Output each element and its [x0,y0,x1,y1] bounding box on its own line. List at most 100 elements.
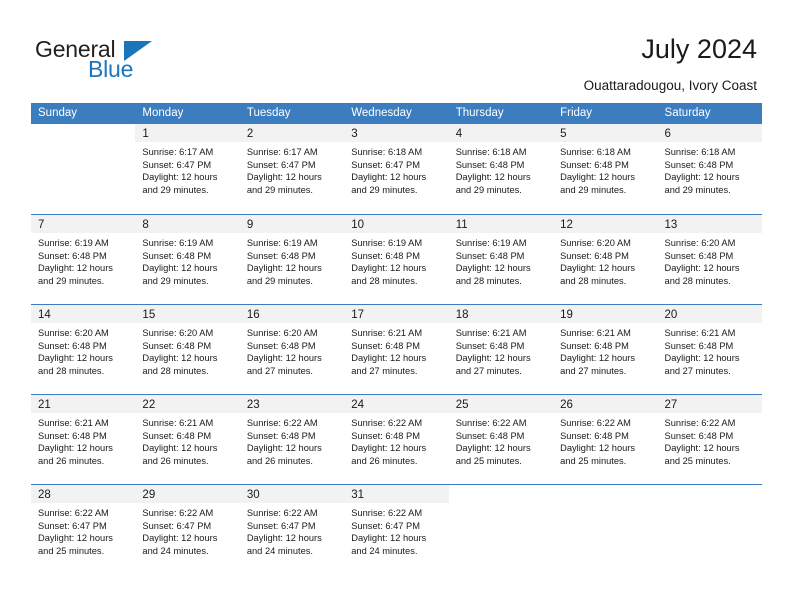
sunset-text: Sunset: 6:48 PM [560,430,629,441]
day-cell[interactable]: 31 Sunrise: 6:22 AM Sunset: 6:47 PM Dayl… [344,485,449,574]
day-cell[interactable]: 4 Sunrise: 6:18 AM Sunset: 6:48 PM Dayli… [448,124,554,214]
day-number: 14 [38,309,51,321]
day-cell[interactable]: 28 Sunrise: 6:22 AM Sunset: 6:47 PM Dayl… [31,485,136,574]
brand-logo[interactable]: General Blue [35,36,235,88]
sunset-text: Sunset: 6:48 PM [664,250,734,261]
day-cell[interactable]: 26 Sunrise: 6:22 AM Sunset: 6:48 PM Dayl… [553,395,658,484]
sunset-text: Sunset: 6:48 PM [560,340,629,351]
day-number: 31 [351,489,365,501]
daylight-text: Daylight: 12 hours and 29 minutes. [38,263,113,286]
day-cell[interactable]: 16 Sunrise: 6:20 AM Sunset: 6:48 PM Dayl… [239,305,345,394]
sunset-text: Sunset: 6:47 PM [246,520,316,531]
day-cell[interactable]: 19 Sunrise: 6:21 AM Sunset: 6:48 PM Dayl… [553,305,658,394]
day-cell[interactable] [553,485,658,574]
day-cell[interactable] [31,124,136,214]
day-number: 30 [246,489,260,501]
day-number: 29 [142,489,156,501]
daylight-text: Daylight: 12 hours and 28 minutes. [351,263,427,286]
day-cell[interactable] [657,485,762,574]
daylight-text: Daylight: 12 hours and 27 minutes. [455,353,531,376]
day-cell[interactable]: 18 Sunrise: 6:21 AM Sunset: 6:48 PM Dayl… [448,305,554,394]
sunset-text: Sunset: 6:48 PM [38,250,107,261]
day-info: Sunrise: 6:22 AM Sunset: 6:47 PM Dayligh… [31,503,135,557]
calendar-week-row: 28 Sunrise: 6:22 AM Sunset: 6:47 PM Dayl… [31,484,762,574]
day-cell[interactable]: 13 Sunrise: 6:20 AM Sunset: 6:48 PM Dayl… [657,215,762,304]
day-number: 1 [142,128,149,140]
day-number [553,489,560,501]
sunrise-text: Sunrise: 6:22 AM [664,418,736,428]
day-number-band: 9 [239,215,345,233]
day-cell[interactable]: 6 Sunrise: 6:18 AM Sunset: 6:48 PM Dayli… [657,124,762,214]
day-cell[interactable]: 3 Sunrise: 6:18 AM Sunset: 6:47 PM Dayli… [344,124,449,214]
sunrise-text: Sunrise: 6:21 AM [455,328,527,338]
sunset-text: Sunset: 6:48 PM [351,250,420,261]
day-number: 10 [351,219,365,231]
daylight-text: Daylight: 12 hours and 28 minutes. [664,263,740,286]
sunset-text: Sunset: 6:48 PM [664,430,734,441]
day-cell[interactable]: 24 Sunrise: 6:22 AM Sunset: 6:48 PM Dayl… [344,395,449,484]
day-number-band: 18 [448,305,554,323]
daylight-text: Daylight: 12 hours and 27 minutes. [351,353,427,376]
sunrise-text: Sunrise: 6:22 AM [455,418,527,428]
day-number-band: 12 [553,215,658,233]
day-cell[interactable]: 23 Sunrise: 6:22 AM Sunset: 6:48 PM Dayl… [239,395,345,484]
day-info: Sunrise: 6:18 AM Sunset: 6:48 PM Dayligh… [658,142,762,196]
day-cell[interactable]: 5 Sunrise: 6:18 AM Sunset: 6:48 PM Dayli… [553,124,658,214]
day-cell[interactable]: 9 Sunrise: 6:19 AM Sunset: 6:48 PM Dayli… [239,215,345,304]
day-cell[interactable]: 7 Sunrise: 6:19 AM Sunset: 6:48 PM Dayli… [31,215,136,304]
sunset-text: Sunset: 6:48 PM [351,430,420,441]
day-number-band: 13 [657,215,762,233]
day-number-band [448,485,554,503]
sunrise-text: Sunrise: 6:19 AM [246,238,318,248]
day-info: Sunrise: 6:22 AM Sunset: 6:47 PM Dayligh… [344,503,448,557]
day-number: 24 [351,399,365,411]
day-number [31,128,38,140]
day-number: 25 [455,399,469,411]
day-info: Sunrise: 6:19 AM Sunset: 6:48 PM Dayligh… [135,233,239,287]
daylight-text: Daylight: 12 hours and 29 minutes. [142,172,218,195]
day-cell[interactable]: 12 Sunrise: 6:20 AM Sunset: 6:48 PM Dayl… [553,215,658,304]
day-cell[interactable]: 17 Sunrise: 6:21 AM Sunset: 6:48 PM Dayl… [344,305,449,394]
day-cell[interactable]: 29 Sunrise: 6:22 AM Sunset: 6:47 PM Dayl… [135,485,240,574]
sunrise-text: Sunrise: 6:20 AM [38,328,109,338]
day-cell[interactable]: 8 Sunrise: 6:19 AM Sunset: 6:48 PM Dayli… [135,215,240,304]
daylight-text: Daylight: 12 hours and 27 minutes. [560,353,636,376]
daylight-text: Daylight: 12 hours and 29 minutes. [142,263,218,286]
day-number-band: 31 [344,485,449,503]
daylight-text: Daylight: 12 hours and 28 minutes. [560,263,636,286]
daylight-text: Daylight: 12 hours and 24 minutes. [351,533,427,556]
day-cell[interactable]: 11 Sunrise: 6:19 AM Sunset: 6:48 PM Dayl… [448,215,554,304]
day-number: 15 [142,309,156,321]
sunset-text: Sunset: 6:48 PM [560,250,629,261]
day-cell[interactable]: 27 Sunrise: 6:22 AM Sunset: 6:48 PM Dayl… [657,395,762,484]
day-number: 21 [38,399,51,411]
day-cell[interactable]: 10 Sunrise: 6:19 AM Sunset: 6:48 PM Dayl… [344,215,449,304]
day-number: 12 [560,219,573,231]
sunset-text: Sunset: 6:48 PM [38,340,107,351]
page-header: General Blue July 2024 Ouattaradougou, I… [0,0,792,100]
day-number-band: 15 [135,305,240,323]
sunset-text: Sunset: 6:47 PM [38,520,107,531]
day-number-band: 14 [31,305,136,323]
day-cell[interactable] [448,485,554,574]
sunrise-text: Sunrise: 6:17 AM [246,147,318,157]
day-cell[interactable]: 2 Sunrise: 6:17 AM Sunset: 6:47 PM Dayli… [239,124,345,214]
day-info: Sunrise: 6:21 AM Sunset: 6:48 PM Dayligh… [31,413,135,467]
day-cell[interactable]: 22 Sunrise: 6:21 AM Sunset: 6:48 PM Dayl… [135,395,240,484]
daylight-text: Daylight: 12 hours and 26 minutes. [351,443,427,466]
sunset-text: Sunset: 6:48 PM [560,159,629,170]
day-cell[interactable]: 21 Sunrise: 6:21 AM Sunset: 6:48 PM Dayl… [31,395,136,484]
day-info: Sunrise: 6:18 AM Sunset: 6:48 PM Dayligh… [553,142,657,196]
day-cell[interactable]: 1 Sunrise: 6:17 AM Sunset: 6:47 PM Dayli… [135,124,240,214]
day-number: 28 [38,489,51,501]
sunrise-text: Sunrise: 6:19 AM [455,238,527,248]
day-cell[interactable]: 20 Sunrise: 6:21 AM Sunset: 6:48 PM Dayl… [657,305,762,394]
day-cell[interactable]: 25 Sunrise: 6:22 AM Sunset: 6:48 PM Dayl… [448,395,554,484]
day-info: Sunrise: 6:20 AM Sunset: 6:48 PM Dayligh… [31,323,135,377]
day-cell[interactable]: 14 Sunrise: 6:20 AM Sunset: 6:48 PM Dayl… [31,305,136,394]
day-number-band: 20 [657,305,762,323]
day-number: 3 [351,128,358,140]
day-cell[interactable]: 30 Sunrise: 6:22 AM Sunset: 6:47 PM Dayl… [239,485,345,574]
day-cell[interactable]: 15 Sunrise: 6:20 AM Sunset: 6:48 PM Dayl… [135,305,240,394]
day-info [449,503,553,507]
